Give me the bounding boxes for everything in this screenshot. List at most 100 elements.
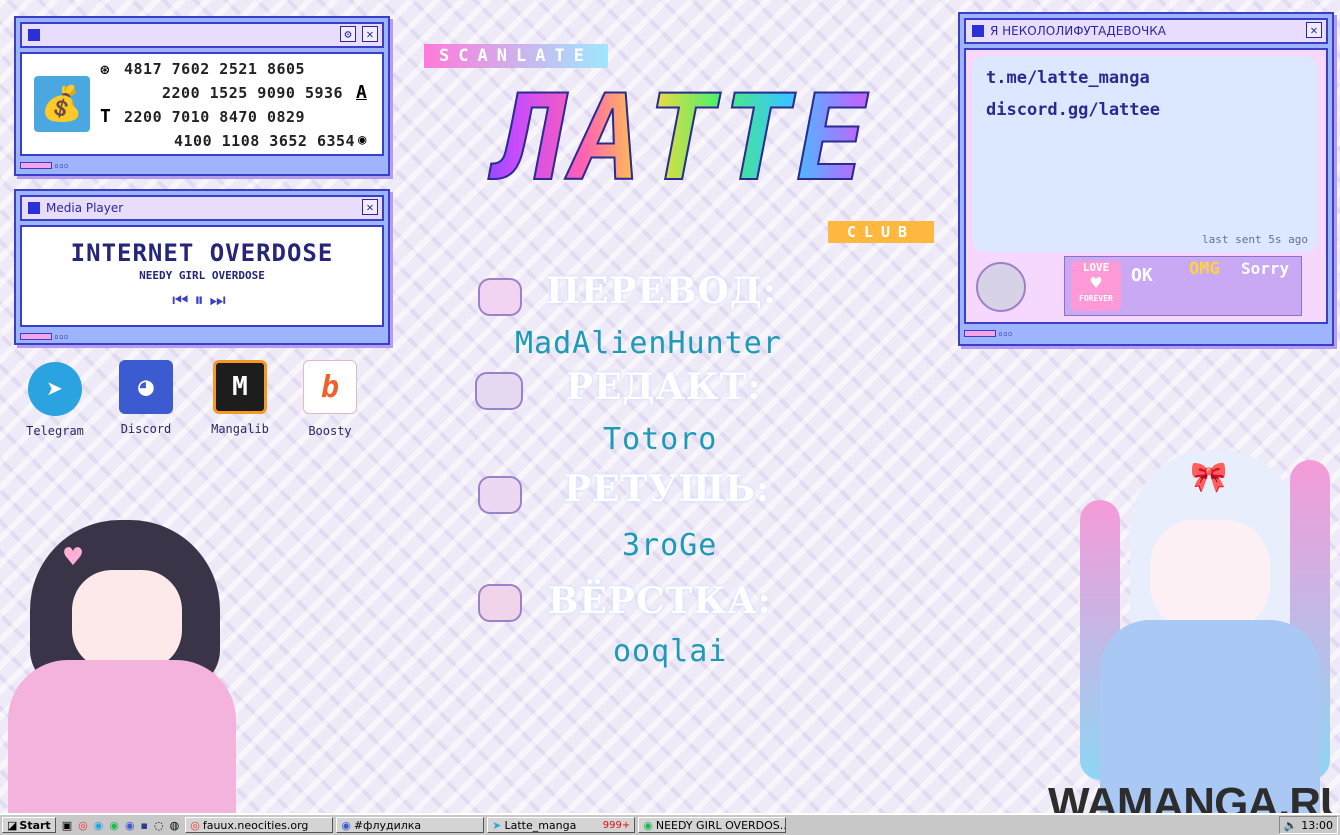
left-character-illustration: ♥ xyxy=(0,500,250,815)
boosty-icon: b xyxy=(303,360,357,414)
logo-scanlate-label: SCANLATE xyxy=(424,44,608,68)
typesetter-avatar-icon xyxy=(478,584,522,622)
discord-label: Discord xyxy=(120,422,172,436)
task-browser[interactable]: ◎ fauux.neocities.org xyxy=(185,817,334,833)
chat-message-bubble: t.me/latte_manga discord.gg/lattee last … xyxy=(972,56,1318,252)
discord-shortcut[interactable]: ◕ Discord xyxy=(113,360,179,436)
start-button[interactable]: ◪ Start xyxy=(2,817,56,833)
chat-window-title: Я НЕКОЛОЛИФУТАДЕВОЧКА xyxy=(990,24,1166,38)
footer-dots: ▫▫▫ xyxy=(54,161,69,170)
window-square-icon xyxy=(972,25,984,37)
card-window-titlebar[interactable]: ⚙ ✕ xyxy=(20,22,384,48)
card-window: ⚙ ✕ 💰 ⊛ 4817 7602 2521 8605 2200 1525 90… xyxy=(14,16,390,176)
task-telegram-label: Latte_manga xyxy=(504,818,577,832)
close-icon[interactable]: ✕ xyxy=(362,199,378,215)
telegram-label: Telegram xyxy=(26,424,84,438)
card-number-3: 2200 7010 8470 0829 xyxy=(124,108,306,126)
heart-icon: ♥ xyxy=(1090,273,1102,294)
quicklaunch-link-icon[interactable]: ◌ xyxy=(154,819,164,832)
track-artist: NEEDY GIRL OVERDOSE xyxy=(139,269,265,282)
unread-badge: 999+ xyxy=(602,819,631,831)
credit-role-typesetting: ВЁРСТКА: xyxy=(548,580,772,622)
boosty-label: Boosty xyxy=(308,424,352,438)
task-telegram[interactable]: ➤ Latte_manga 999+ xyxy=(487,817,636,833)
start-icon: ◪ xyxy=(7,818,18,832)
next-icon[interactable]: ⏭ xyxy=(210,290,232,311)
progress-bar xyxy=(20,162,52,169)
footer-dots: ▫▫▫ xyxy=(54,332,69,341)
sticker-love-sub: FOREVER xyxy=(1079,294,1113,303)
close-icon[interactable]: ✕ xyxy=(362,26,378,42)
previous-icon[interactable]: ⏮ xyxy=(172,290,194,311)
mangalib-label: Mangalib xyxy=(211,422,269,436)
browser-icon: ◎ xyxy=(190,818,200,832)
sticker-omg[interactable]: OMG xyxy=(1189,259,1220,279)
bank-o-icon: ◉ xyxy=(358,132,367,148)
media-player-titlebar[interactable]: Media Player ✕ xyxy=(20,195,384,221)
start-label: Start xyxy=(19,818,51,832)
discord-link[interactable]: discord.gg/lattee xyxy=(986,100,1160,120)
sticker-sorry[interactable]: Sorry xyxy=(1241,259,1289,278)
chat-window-titlebar[interactable]: Я НЕКОЛОЛИФУТАДЕВОЧКА ✕ xyxy=(964,18,1328,44)
chat-window-footer: ▫▫▫ xyxy=(964,328,1328,338)
pause-icon[interactable]: ⏸ xyxy=(195,290,210,311)
task-browser-label: fauux.neocities.org xyxy=(202,818,309,832)
task-music-label: NEEDY GIRL OVERDOS... xyxy=(655,818,787,832)
sticker-love[interactable]: LOVE ♥ FOREVER xyxy=(1071,261,1121,311)
card-window-body: 💰 ⊛ 4817 7602 2521 8605 2200 1525 9090 5… xyxy=(20,52,384,156)
taskbar: ◪ Start ▣ ◎ ◉ ◉ ◉ ▪ ◌ ◍ ◎ fauux.neocities.… xyxy=(0,813,1340,835)
task-music[interactable]: ◉ NEEDY GIRL OVERDOS... xyxy=(638,817,787,833)
credit-name-cleaning: 3roGe xyxy=(622,528,718,563)
quicklaunch-chat-icon[interactable]: ◉ xyxy=(94,819,104,832)
sticker-panel: LOVE ♥ FOREVER OK OMG Sorry xyxy=(1064,256,1302,316)
mangalib-shortcut[interactable]: M Mangalib xyxy=(207,360,273,436)
credit-name-typesetting: ooqlai xyxy=(613,634,728,669)
quicklaunch-folder-icon[interactable]: ▣ xyxy=(62,819,72,832)
settings-icon[interactable]: ⚙ xyxy=(340,26,356,42)
boosty-shortcut[interactable]: b Boosty xyxy=(297,360,363,438)
right-character-illustration: 🎀 xyxy=(1040,440,1340,815)
playback-controls: ⏮⏸⏭ xyxy=(22,290,382,311)
chat-window: Я НЕКОЛОЛИФУТАДЕВОЧКА ✕ t.me/latte_manga… xyxy=(958,12,1334,346)
card-number-2: 2200 1525 9090 5936 xyxy=(162,84,344,102)
quicklaunch-discord-icon[interactable]: ◉ xyxy=(125,819,135,832)
telegram-link[interactable]: t.me/latte_manga xyxy=(986,68,1150,88)
music-small-icon: ◉ xyxy=(643,818,653,832)
credit-role-translation: ПЕРЕВОД: xyxy=(546,270,778,312)
credit-role-cleaning: РЕТУШЬ: xyxy=(564,468,771,510)
bank-t-icon: T xyxy=(100,106,111,127)
media-player-title: Media Player xyxy=(46,201,124,215)
card-brand-icon: ⊛ xyxy=(100,60,110,79)
chat-status: last sent 5s ago xyxy=(1202,233,1308,246)
body-shape xyxy=(8,660,236,815)
track-title: INTERNET OVERDOSE xyxy=(70,239,334,267)
discord-icon: ◕ xyxy=(119,360,173,414)
clock: 13:00 xyxy=(1301,818,1333,832)
window-square-icon xyxy=(28,202,40,214)
quicklaunch-browser-icon[interactable]: ◎ xyxy=(78,819,88,832)
bank-a-icon: A xyxy=(356,82,367,103)
heart-hairclip-icon: ♥ xyxy=(64,540,83,575)
sticker-ok[interactable]: OK xyxy=(1131,265,1153,286)
volume-icon[interactable]: 🔈 xyxy=(1284,819,1298,832)
task-discord[interactable]: ◉ #флудилка xyxy=(336,817,485,833)
logo-club-label: CLUB xyxy=(828,221,934,243)
task-discord-label: #флудилка xyxy=(353,818,422,832)
media-player-body: INTERNET OVERDOSE NEEDY GIRL OVERDOSE ⏮⏸… xyxy=(20,225,384,327)
system-tray: 🔈 13:00 xyxy=(1278,816,1338,834)
quicklaunch-app-icon[interactable]: ◍ xyxy=(170,819,180,832)
editor-avatar-icon xyxy=(475,372,523,410)
credit-role-editing: РЕДАКТ: xyxy=(566,366,762,408)
telegram-shortcut[interactable]: ➤ Telegram xyxy=(22,362,88,438)
chat-avatar[interactable] xyxy=(976,262,1026,312)
card-number-4: 4100 1108 3652 6354 xyxy=(174,132,356,150)
discord-small-icon: ◉ xyxy=(341,818,351,832)
telegram-icon: ➤ xyxy=(28,362,82,416)
face-shape xyxy=(72,570,182,670)
quicklaunch-music-icon[interactable]: ◉ xyxy=(109,819,119,832)
credit-name-translation: MadAlienHunter xyxy=(515,326,782,361)
quicklaunch-photoshop-icon[interactable]: ▪ xyxy=(141,819,148,832)
money-bag-icon: 💰 xyxy=(34,76,90,132)
close-icon[interactable]: ✕ xyxy=(1306,22,1322,38)
card-number-1: 4817 7602 2521 8605 xyxy=(124,60,306,78)
